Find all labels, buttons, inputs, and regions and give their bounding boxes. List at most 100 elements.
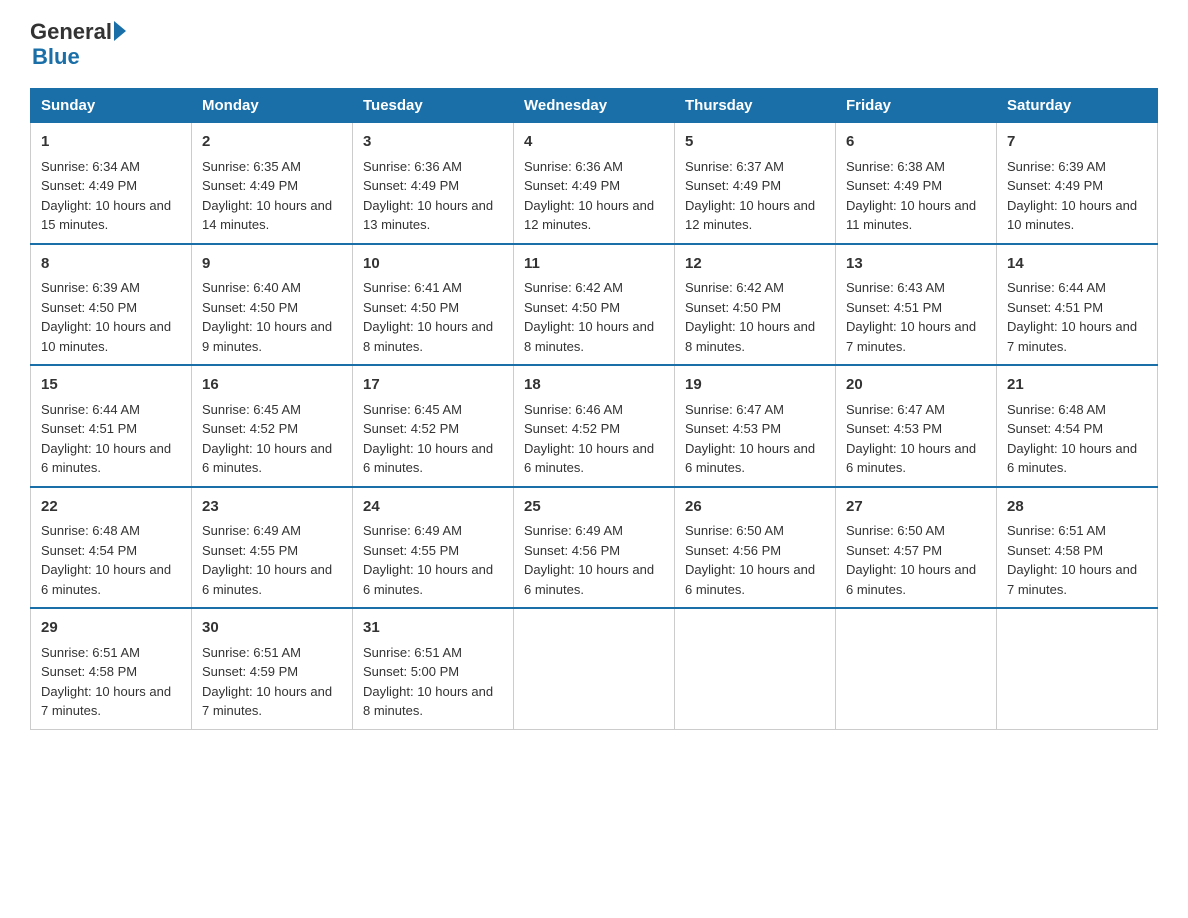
day-cell: 5Sunrise: 6:37 AMSunset: 4:49 PMDaylight… xyxy=(675,123,836,244)
day-number: 13 xyxy=(846,253,986,276)
sunset-text: Sunset: 4:56 PM xyxy=(685,543,781,558)
daylight-text: Daylight: 10 hours and 9 minutes. xyxy=(202,319,332,354)
sunrise-text: Sunrise: 6:42 AM xyxy=(685,280,784,295)
daylight-text: Daylight: 10 hours and 10 minutes. xyxy=(1007,198,1137,233)
daylight-text: Daylight: 10 hours and 6 minutes. xyxy=(363,441,493,476)
sunrise-text: Sunrise: 6:36 AM xyxy=(524,159,623,174)
daylight-text: Daylight: 10 hours and 6 minutes. xyxy=(41,441,171,476)
calendar-body: 1Sunrise: 6:34 AMSunset: 4:49 PMDaylight… xyxy=(31,123,1158,730)
header-cell-monday: Monday xyxy=(192,89,353,123)
daylight-text: Daylight: 10 hours and 7 minutes. xyxy=(41,684,171,719)
daylight-text: Daylight: 10 hours and 6 minutes. xyxy=(524,562,654,597)
sunrise-text: Sunrise: 6:48 AM xyxy=(1007,402,1106,417)
day-number: 14 xyxy=(1007,253,1147,276)
daylight-text: Daylight: 10 hours and 8 minutes. xyxy=(524,319,654,354)
day-cell: 24Sunrise: 6:49 AMSunset: 4:55 PMDayligh… xyxy=(353,487,514,609)
sunrise-text: Sunrise: 6:45 AM xyxy=(363,402,462,417)
sunset-text: Sunset: 4:59 PM xyxy=(202,664,298,679)
day-number: 21 xyxy=(1007,374,1147,397)
day-number: 24 xyxy=(363,496,503,519)
sunrise-text: Sunrise: 6:47 AM xyxy=(846,402,945,417)
day-number: 25 xyxy=(524,496,664,519)
day-cell: 19Sunrise: 6:47 AMSunset: 4:53 PMDayligh… xyxy=(675,365,836,487)
day-number: 28 xyxy=(1007,496,1147,519)
sunrise-text: Sunrise: 6:47 AM xyxy=(685,402,784,417)
sunset-text: Sunset: 4:57 PM xyxy=(846,543,942,558)
daylight-text: Daylight: 10 hours and 13 minutes. xyxy=(363,198,493,233)
day-number: 22 xyxy=(41,496,181,519)
week-row-1: 1Sunrise: 6:34 AMSunset: 4:49 PMDaylight… xyxy=(31,123,1158,244)
day-cell: 10Sunrise: 6:41 AMSunset: 4:50 PMDayligh… xyxy=(353,244,514,366)
calendar-header: SundayMondayTuesdayWednesdayThursdayFrid… xyxy=(31,89,1158,123)
logo-text-general: General xyxy=(30,20,112,44)
sunrise-text: Sunrise: 6:43 AM xyxy=(846,280,945,295)
sunrise-text: Sunrise: 6:44 AM xyxy=(1007,280,1106,295)
sunrise-text: Sunrise: 6:49 AM xyxy=(202,523,301,538)
day-cell: 2Sunrise: 6:35 AMSunset: 4:49 PMDaylight… xyxy=(192,123,353,244)
calendar-table: SundayMondayTuesdayWednesdayThursdayFrid… xyxy=(30,88,1158,730)
page-header: General Blue xyxy=(30,20,1158,70)
day-number: 12 xyxy=(685,253,825,276)
sunset-text: Sunset: 4:58 PM xyxy=(41,664,137,679)
day-cell: 9Sunrise: 6:40 AMSunset: 4:50 PMDaylight… xyxy=(192,244,353,366)
daylight-text: Daylight: 10 hours and 10 minutes. xyxy=(41,319,171,354)
day-cell: 16Sunrise: 6:45 AMSunset: 4:52 PMDayligh… xyxy=(192,365,353,487)
sunset-text: Sunset: 4:49 PM xyxy=(363,178,459,193)
day-number: 9 xyxy=(202,253,342,276)
sunrise-text: Sunrise: 6:40 AM xyxy=(202,280,301,295)
header-cell-thursday: Thursday xyxy=(675,89,836,123)
sunrise-text: Sunrise: 6:51 AM xyxy=(1007,523,1106,538)
sunset-text: Sunset: 4:53 PM xyxy=(685,421,781,436)
sunset-text: Sunset: 4:49 PM xyxy=(1007,178,1103,193)
day-cell: 29Sunrise: 6:51 AMSunset: 4:58 PMDayligh… xyxy=(31,608,192,729)
day-cell: 18Sunrise: 6:46 AMSunset: 4:52 PMDayligh… xyxy=(514,365,675,487)
sunset-text: Sunset: 4:54 PM xyxy=(1007,421,1103,436)
day-number: 23 xyxy=(202,496,342,519)
sunrise-text: Sunrise: 6:48 AM xyxy=(41,523,140,538)
day-number: 11 xyxy=(524,253,664,276)
daylight-text: Daylight: 10 hours and 11 minutes. xyxy=(846,198,976,233)
sunrise-text: Sunrise: 6:51 AM xyxy=(363,645,462,660)
header-cell-tuesday: Tuesday xyxy=(353,89,514,123)
sunset-text: Sunset: 5:00 PM xyxy=(363,664,459,679)
day-cell xyxy=(514,608,675,729)
sunset-text: Sunset: 4:52 PM xyxy=(363,421,459,436)
sunset-text: Sunset: 4:51 PM xyxy=(846,300,942,315)
logo-arrow-icon xyxy=(114,21,126,41)
sunset-text: Sunset: 4:53 PM xyxy=(846,421,942,436)
sunset-text: Sunset: 4:50 PM xyxy=(685,300,781,315)
day-number: 4 xyxy=(524,131,664,154)
day-cell: 4Sunrise: 6:36 AMSunset: 4:49 PMDaylight… xyxy=(514,123,675,244)
daylight-text: Daylight: 10 hours and 12 minutes. xyxy=(685,198,815,233)
day-number: 27 xyxy=(846,496,986,519)
header-row: SundayMondayTuesdayWednesdayThursdayFrid… xyxy=(31,89,1158,123)
day-cell xyxy=(997,608,1158,729)
sunrise-text: Sunrise: 6:51 AM xyxy=(41,645,140,660)
day-cell: 7Sunrise: 6:39 AMSunset: 4:49 PMDaylight… xyxy=(997,123,1158,244)
sunrise-text: Sunrise: 6:39 AM xyxy=(1007,159,1106,174)
sunset-text: Sunset: 4:51 PM xyxy=(1007,300,1103,315)
header-cell-sunday: Sunday xyxy=(31,89,192,123)
day-cell: 23Sunrise: 6:49 AMSunset: 4:55 PMDayligh… xyxy=(192,487,353,609)
sunset-text: Sunset: 4:58 PM xyxy=(1007,543,1103,558)
sunset-text: Sunset: 4:51 PM xyxy=(41,421,137,436)
day-cell: 11Sunrise: 6:42 AMSunset: 4:50 PMDayligh… xyxy=(514,244,675,366)
sunrise-text: Sunrise: 6:35 AM xyxy=(202,159,301,174)
sunrise-text: Sunrise: 6:41 AM xyxy=(363,280,462,295)
header-cell-saturday: Saturday xyxy=(997,89,1158,123)
sunset-text: Sunset: 4:50 PM xyxy=(41,300,137,315)
day-cell xyxy=(836,608,997,729)
daylight-text: Daylight: 10 hours and 6 minutes. xyxy=(846,441,976,476)
sunset-text: Sunset: 4:49 PM xyxy=(685,178,781,193)
day-cell: 14Sunrise: 6:44 AMSunset: 4:51 PMDayligh… xyxy=(997,244,1158,366)
header-cell-wednesday: Wednesday xyxy=(514,89,675,123)
day-number: 1 xyxy=(41,131,181,154)
day-cell: 17Sunrise: 6:45 AMSunset: 4:52 PMDayligh… xyxy=(353,365,514,487)
sunrise-text: Sunrise: 6:49 AM xyxy=(524,523,623,538)
day-cell: 6Sunrise: 6:38 AMSunset: 4:49 PMDaylight… xyxy=(836,123,997,244)
daylight-text: Daylight: 10 hours and 7 minutes. xyxy=(202,684,332,719)
sunset-text: Sunset: 4:49 PM xyxy=(846,178,942,193)
logo-text-blue: Blue xyxy=(32,44,126,70)
sunset-text: Sunset: 4:54 PM xyxy=(41,543,137,558)
day-cell: 21Sunrise: 6:48 AMSunset: 4:54 PMDayligh… xyxy=(997,365,1158,487)
